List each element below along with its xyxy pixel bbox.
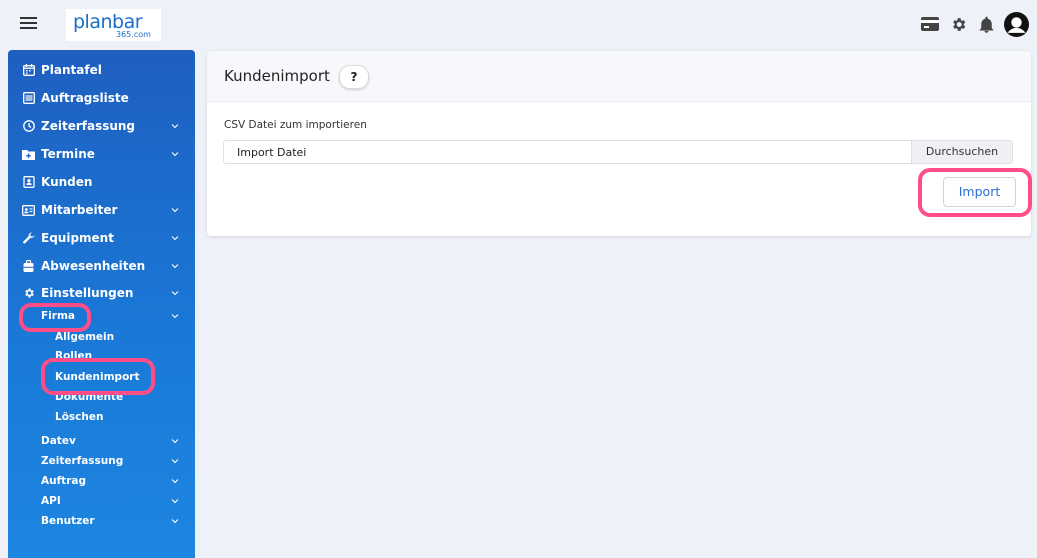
clock-icon: [22, 120, 35, 133]
sidebar-item-benutzer[interactable]: Benutzer: [8, 512, 195, 530]
csv-file-input[interactable]: Import Datei Durchsuchen: [223, 140, 1013, 164]
chevron-down-icon: [171, 152, 179, 157]
sidebar-item-label: Auftrag: [41, 475, 86, 487]
help-button[interactable]: ?: [339, 65, 369, 89]
sidebar-item-label: Dokumente: [55, 391, 124, 403]
sidebar-subitem-rollen[interactable]: Rollen: [8, 347, 195, 365]
sidebar: Plantafel Auftragsliste Zeiterfassung Te…: [8, 50, 195, 558]
chevron-down-icon: [171, 208, 179, 213]
page-title: Kundenimport: [224, 67, 330, 85]
top-icons: [919, 11, 1029, 37]
sidebar-item-termine[interactable]: Termine: [8, 142, 195, 166]
id-card-icon: [22, 204, 35, 217]
gear-icon[interactable]: [947, 13, 969, 35]
sidebar-subitem-dokumente[interactable]: Dokumente: [8, 388, 195, 406]
logo-sub-text: 365.com: [116, 30, 151, 39]
sidebar-item-zeiterfassung-settings[interactable]: Zeiterfassung: [8, 452, 195, 470]
account-circle-icon[interactable]: [1003, 11, 1029, 37]
chevron-down-icon: [171, 124, 179, 129]
list-icon: [22, 92, 35, 105]
sidebar-item-label: Termine: [41, 147, 95, 161]
wrench-icon: [22, 232, 35, 245]
sidebar-item-zeiterfassung[interactable]: Zeiterfassung: [8, 114, 195, 138]
sidebar-item-label: Auftragsliste: [41, 91, 129, 105]
csv-field-label: CSV Datei zum importieren: [224, 119, 367, 131]
sidebar-item-label: API: [41, 495, 61, 507]
sidebar-item-api[interactable]: API: [8, 492, 195, 510]
gear-icon: [22, 287, 35, 300]
sidebar-item-label: Benutzer: [41, 515, 95, 527]
chevron-down-icon: [171, 519, 179, 524]
sidebar-item-firma[interactable]: Firma: [8, 306, 195, 326]
menu-icon[interactable]: [20, 17, 37, 31]
sidebar-item-label: Löschen: [55, 411, 104, 423]
sidebar-item-label: Mitarbeiter: [41, 203, 118, 217]
sidebar-subitem-kundenimport[interactable]: Kundenimport: [8, 368, 195, 386]
sidebar-subitem-allgemein[interactable]: Allgemein: [8, 328, 195, 346]
chevron-down-icon: [171, 291, 179, 296]
suitcase-icon: [22, 259, 35, 273]
chevron-down-icon: [171, 264, 179, 269]
sidebar-item-auftragsliste[interactable]: Auftragsliste: [8, 86, 195, 110]
sidebar-item-abwesenheiten[interactable]: Abwesenheiten: [8, 254, 195, 278]
sidebar-item-kunden[interactable]: Kunden: [8, 170, 195, 194]
calendar-plus-icon: [22, 148, 35, 161]
sidebar-item-mitarbeiter[interactable]: Mitarbeiter: [8, 198, 195, 222]
sidebar-subitem-loeschen[interactable]: Löschen: [8, 408, 195, 426]
sidebar-item-label: Zeiterfassung: [41, 119, 136, 133]
credit-card-icon[interactable]: [919, 13, 941, 35]
bell-icon[interactable]: [975, 13, 997, 35]
sidebar-item-label: Allgemein: [55, 331, 115, 343]
sidebar-item-equipment[interactable]: Equipment: [8, 226, 195, 250]
chevron-down-icon: [171, 314, 179, 319]
chevron-down-icon: [171, 459, 179, 464]
chevron-down-icon: [171, 236, 179, 241]
calendar-icon: [22, 64, 35, 77]
file-input-placeholder: Import Datei: [237, 146, 307, 159]
chevron-down-icon: [171, 499, 179, 504]
top-bar: planbar 365.com: [0, 0, 1037, 48]
sidebar-item-label: Firma: [41, 310, 75, 322]
sidebar-item-label: Rollen: [55, 350, 93, 362]
logo[interactable]: planbar 365.com: [66, 9, 161, 41]
chevron-down-icon: [171, 439, 179, 444]
card-header: Kundenimport ?: [207, 51, 1031, 102]
browse-button[interactable]: Durchsuchen: [911, 141, 1012, 163]
sidebar-item-einstellungen[interactable]: Einstellungen: [8, 281, 195, 305]
sidebar-item-label: Einstellungen: [41, 286, 134, 300]
sidebar-item-label: Datev: [41, 435, 76, 447]
chevron-down-icon: [171, 479, 179, 484]
sidebar-item-auftrag[interactable]: Auftrag: [8, 472, 195, 490]
sidebar-item-label: Equipment: [41, 231, 114, 245]
contact-icon: [22, 176, 35, 189]
kundenimport-card: Kundenimport ? CSV Datei zum importieren…: [207, 51, 1032, 236]
sidebar-item-datev[interactable]: Datev: [8, 432, 195, 450]
sidebar-item-label: Abwesenheiten: [41, 259, 146, 273]
sidebar-item-plantafel[interactable]: Plantafel: [8, 58, 195, 82]
sidebar-item-label: Kundenimport: [55, 371, 140, 383]
sidebar-item-label: Plantafel: [41, 63, 102, 77]
import-button[interactable]: Import: [943, 177, 1016, 207]
sidebar-item-label: Zeiterfassung: [41, 455, 124, 467]
sidebar-item-label: Kunden: [41, 175, 93, 189]
